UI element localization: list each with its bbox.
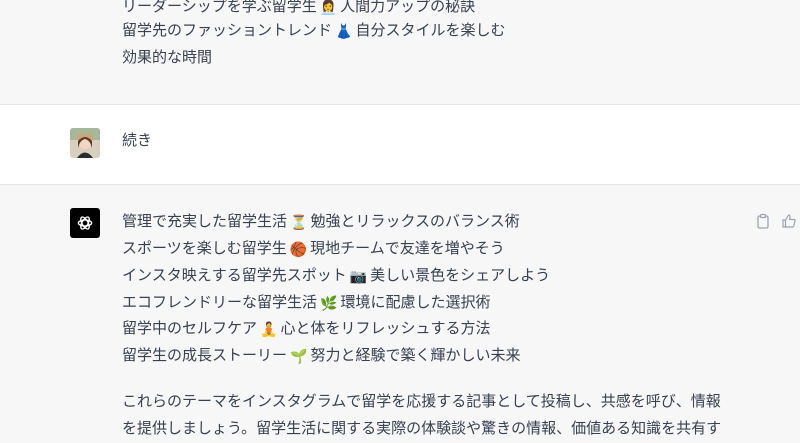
basketball-emoji-icon: 🏀: [289, 242, 308, 258]
prev-line-2: 留学先のファッショントレンド 👗 自分スタイルを楽しむ: [122, 17, 505, 45]
seedling-emoji-icon: 🌱: [290, 349, 308, 365]
assistant-line-4: エコフレンドリーな留学生活 🌿 環境に配慮した選択術: [122, 289, 490, 317]
user-message-text: 続き: [122, 131, 153, 149]
assistant-line-6-text-a: 留学生の成長ストーリー: [122, 346, 288, 364]
user-message: 続き: [0, 105, 800, 184]
assistant-line-3-text-a: インスタ映えする留学先スポット: [122, 266, 347, 284]
prev-line-1-text-a: リーダーシップを学ぶ留学生: [122, 0, 317, 15]
prev-line-2-text-b: 自分スタイルを楽しむ: [355, 21, 506, 39]
assistant-line-1-text-a: 管理で充実した留学生活: [122, 212, 288, 230]
user-avatar: [70, 128, 100, 158]
assistant-line-5-text-b: 心と体をリフレッシュする方法: [280, 319, 491, 337]
thumbs-up-icon[interactable]: [781, 213, 797, 229]
assistant-line-1: 管理で充実した留学生活 ⏳ 勉強とリラックスのバランス術: [122, 208, 520, 236]
hourglass-emoji-icon: ⏳: [290, 215, 308, 231]
assistant-line-1-text-b: 勉強とリラックスのバランス術: [310, 212, 520, 230]
clipboard-icon[interactable]: [755, 213, 771, 229]
meditation-emoji-icon: 🧘: [260, 322, 278, 338]
dress-emoji-icon: 👗: [335, 24, 353, 40]
assistant-line-3-text-b: 美しい景色をシェアしよう: [370, 266, 551, 284]
camera-emoji-icon: 📷: [349, 269, 368, 285]
assistant-line-2: スポーツを楽しむ留学生 🏀 現地チームで友達を増やそう: [122, 235, 505, 263]
assistant-line-4-text-a: エコフレンドリーな留学生活: [122, 293, 318, 311]
assistant-line-4-text-b: 環境に配慮した選択術: [340, 293, 491, 311]
herb-emoji-icon: 🌿: [320, 296, 338, 312]
prev-assistant-message: リーダーシップを学ぶ留学生 👩‍💼 人間力アップの秘訣 留学先のファッショントレンド…: [0, 0, 800, 104]
assistant-paragraph-line-1: これらのテーマをインスタグラムで留学を応援する記事として投稿し、共感を呼び、情報: [122, 392, 721, 410]
assistant-line-2-text-a: スポーツを楽しむ留学生: [122, 239, 287, 257]
assistant-message: 管理で充実した留学生活 ⏳ 勉強とリラックスのバランス術 スポーツを楽しむ留学生 🏀 現…: [0, 185, 800, 443]
assistant-line-6-text-b: 努力と経験で築く輝かしい未来: [310, 346, 521, 364]
openai-logo-icon: [70, 208, 100, 238]
prev-line-2-text-a: 留学先のファッショントレンド: [122, 21, 333, 39]
prev-line-3-text: 効果的な時間: [122, 48, 213, 66]
assistant-line-3: インスタ映えする留学先スポット 📷 美しい景色をシェアしよう: [122, 262, 550, 290]
assistant-line-6: 留学生の成長ストーリー 🌱 努力と経験で築く輝かしい未来: [122, 342, 520, 370]
assistant-line-5-text-a: 留学中のセルフケア: [122, 319, 258, 337]
prev-line-1-text-b: 人間力アップの秘訣: [340, 0, 476, 15]
assistant-line-2-text-b: 現地チームで友達を増やそう: [310, 239, 505, 257]
prev-line-3: 効果的な時間: [122, 44, 212, 70]
assistant-line-5: 留学中のセルフケア 🧘 心と体をリフレッシュする方法: [122, 315, 490, 343]
assistant-paragraph-line-2: を提供しましょう。留学生活に関する実際の体験談や驚きの情報、価値ある知識を共有す: [122, 419, 722, 437]
